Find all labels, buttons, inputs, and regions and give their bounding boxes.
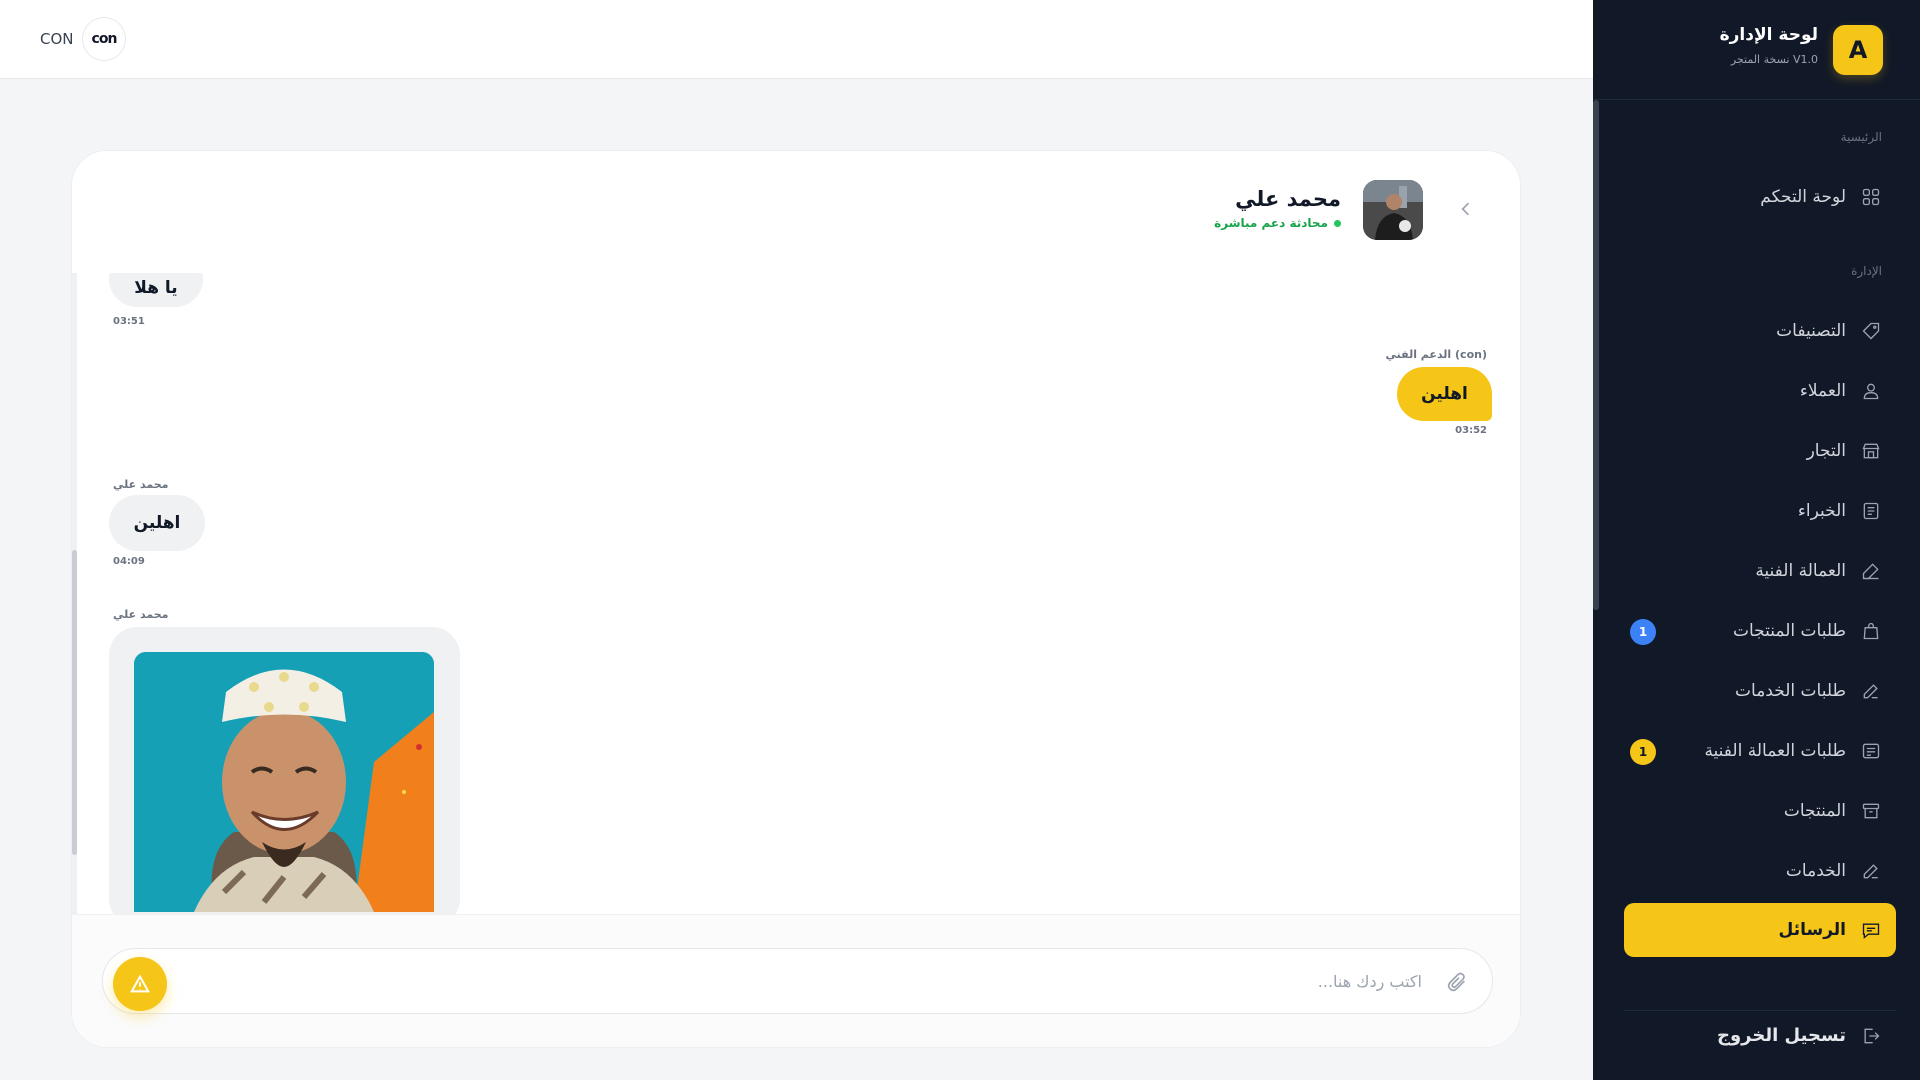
back-button[interactable] (1454, 197, 1478, 221)
tag-icon (1860, 320, 1882, 342)
sidebar-item-label: طلبات المنتجات (1732, 621, 1846, 641)
brand-title: لوحة الإدارة (1719, 25, 1818, 45)
attach-button[interactable] (1444, 969, 1470, 995)
chevron-left-icon (1461, 202, 1470, 216)
notification-badge: 1 (1630, 739, 1656, 765)
sidebar-item-label: طلبات العمالة الفنية (1704, 741, 1846, 761)
section-label-main: الرئيسية (1840, 130, 1882, 144)
composer-area (72, 914, 1520, 1047)
sidebar-item-merchants[interactable]: التجار (1624, 426, 1896, 476)
message-input[interactable] (202, 961, 1422, 1001)
sidebar-item-label: المنتجات (1783, 801, 1846, 821)
bag-icon (1860, 620, 1882, 642)
logout-button[interactable]: تسجيل الخروج (1624, 1010, 1896, 1060)
message-sender: محمد علي (113, 478, 169, 491)
logout-icon (1860, 1025, 1882, 1047)
message-composer (102, 948, 1493, 1014)
sidebar-item-technicians[interactable]: العمالة الفنية (1624, 546, 1896, 596)
sidebar-item-label: طلبات الخدمات (1735, 681, 1846, 701)
top-bar: CON con (0, 0, 1593, 79)
sidebar-item-label: الخبراء (1797, 501, 1846, 521)
top-logo-text: CON (40, 30, 74, 48)
store-icon (1860, 440, 1882, 462)
sidebar-item-label: العمالة الفنية (1755, 561, 1846, 581)
sidebar-item-products[interactable]: المنتجات (1624, 786, 1896, 836)
sidebar-item-services[interactable]: الخدمات (1624, 846, 1896, 896)
message-time: 03:52 (1455, 425, 1487, 436)
sidebar: A لوحة الإدارة نسخة المتجر V1.0 الرئيسية… (1593, 0, 1920, 1080)
company-logo-mark: con (91, 31, 118, 47)
message-time: 03:51 (113, 316, 145, 327)
messages-list[interactable]: يا هلا 03:51 الدعم الفني (con) اهلين 03:… (72, 273, 1520, 914)
message-bubble-incoming: يا هلا (109, 273, 203, 307)
sidebar-item-label: العملاء (1799, 381, 1846, 401)
sidebar-item-label: التجار (1806, 441, 1846, 461)
message-bubble-incoming: اهلين (109, 495, 205, 551)
sidebar-item-categories[interactable]: التصنيفات (1624, 306, 1896, 356)
send-button[interactable] (113, 957, 167, 1011)
sidebar-scrollbar[interactable] (1593, 100, 1599, 610)
user-icon (1860, 380, 1882, 402)
message-time: 04:09 (113, 556, 145, 567)
edit-icon (1860, 860, 1882, 882)
message-image[interactable] (134, 652, 434, 912)
chat-panel: محمد علي محادثة دعم مباشرة يا هلا 03:51 … (71, 150, 1521, 1048)
sidebar-item-label: الرسائل (1778, 920, 1846, 940)
archive-icon (1860, 800, 1882, 822)
sidebar-item-customers[interactable]: العملاء (1624, 366, 1896, 416)
sidebar-brand: A لوحة الإدارة نسخة المتجر V1.0 (1593, 0, 1920, 100)
chat-user-name: محمد علي (1235, 187, 1341, 211)
list-icon (1860, 740, 1882, 762)
brand-version: نسخة المتجر V1.0 (1730, 53, 1818, 66)
chat-icon (1860, 919, 1882, 941)
sidebar-item-dashboard[interactable]: لوحة التحكم (1624, 172, 1896, 222)
logout-label: تسجيل الخروج (1717, 1025, 1846, 1046)
sidebar-item-label: لوحة التحكم (1760, 187, 1846, 207)
paperclip-icon (1447, 972, 1465, 992)
message-bubble-outgoing: اهلين (1397, 367, 1492, 421)
sidebar-item-label: التصنيفات (1776, 321, 1846, 341)
chat-header: محمد علي محادثة دعم مباشرة (72, 151, 1520, 273)
send-icon (130, 974, 150, 993)
document-icon (1860, 500, 1882, 522)
sidebar-item-product-orders[interactable]: طلبات المنتجات 1 (1624, 606, 1896, 656)
online-dot-icon (1334, 219, 1341, 227)
avatar (1363, 180, 1423, 240)
grid-icon (1860, 186, 1882, 208)
sidebar-item-label: الخدمات (1785, 861, 1846, 881)
brand-logo[interactable]: A (1833, 25, 1883, 75)
chat-user-status-label: محادثة دعم مباشرة (1214, 216, 1328, 230)
sidebar-item-service-orders[interactable]: طلبات الخدمات (1624, 666, 1896, 716)
section-label-admin: الإدارة (1851, 264, 1882, 278)
messages-scroll-thumb[interactable] (72, 550, 77, 855)
chat-user-status: محادثة دعم مباشرة (1214, 216, 1341, 230)
message-sender: الدعم الفني (con) (1385, 348, 1487, 361)
tool-icon (1860, 560, 1882, 582)
sidebar-item-technician-orders[interactable]: طلبات العمالة الفنية 1 (1624, 726, 1896, 776)
edit-icon (1860, 680, 1882, 702)
notification-badge: 1 (1630, 619, 1656, 645)
company-logo[interactable]: con (82, 17, 126, 61)
message-sender: محمد علي (113, 608, 169, 621)
sidebar-item-experts[interactable]: الخبراء (1624, 486, 1896, 536)
sidebar-item-messages[interactable]: الرسائل (1624, 903, 1896, 957)
